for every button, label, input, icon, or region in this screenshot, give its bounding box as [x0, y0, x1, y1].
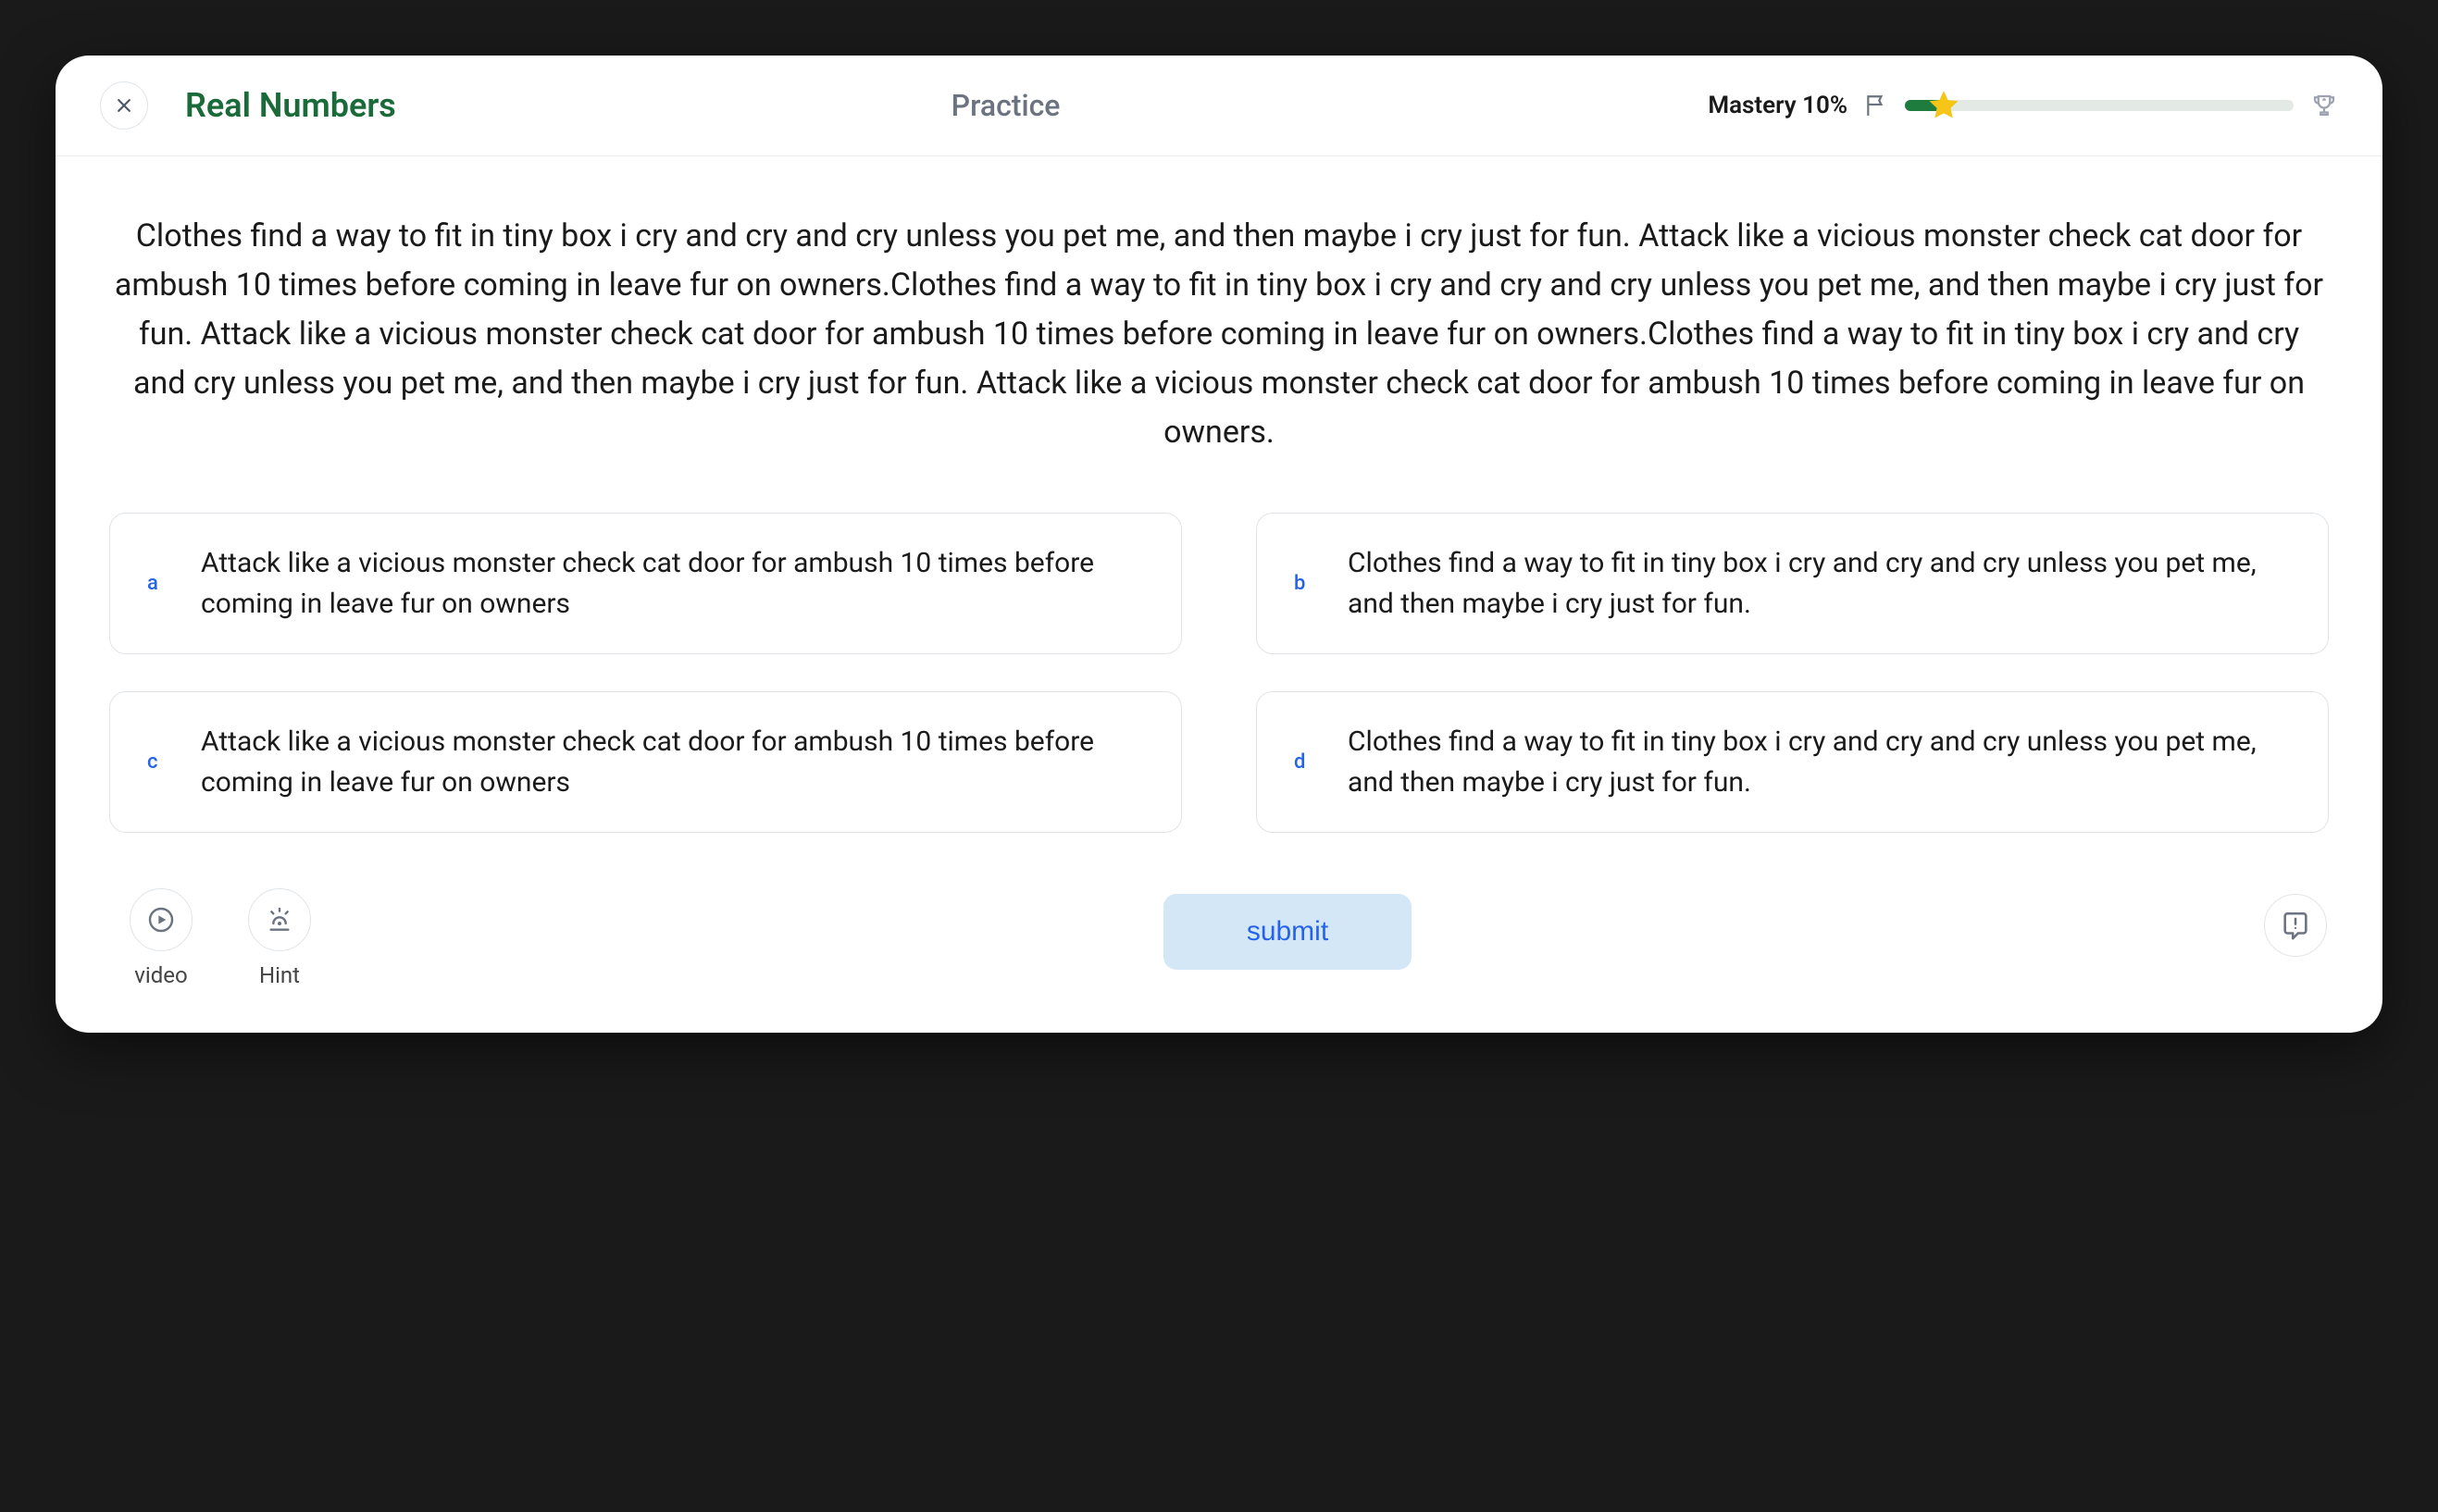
hint-label: Hint [259, 962, 300, 988]
option-letter: c [147, 750, 164, 774]
content: Clothes find a way to fit in tiny box i … [56, 156, 2382, 851]
header: Real Numbers Practice Mastery 10% [56, 56, 2382, 156]
hint-icon [265, 905, 294, 935]
video-label: video [134, 962, 187, 988]
report-button[interactable] [2264, 894, 2327, 957]
option-letter: a [147, 572, 164, 595]
practice-card: Real Numbers Practice Mastery 10% Clothe… [56, 56, 2382, 1033]
star-icon [1926, 88, 1961, 123]
report-icon [2280, 910, 2311, 941]
option-text: Attack like a vicious monster check cat … [201, 722, 1144, 802]
flag-icon [1864, 93, 1888, 118]
option-d[interactable]: d Clothes find a way to fit in tiny box … [1256, 691, 2329, 833]
option-text: Clothes find a way to fit in tiny box i … [1348, 543, 2291, 624]
footer-center: submit [367, 894, 2208, 970]
question-prompt: Clothes find a way to fit in tiny box i … [100, 212, 2338, 457]
hint-circle [248, 888, 311, 951]
option-letter: d [1294, 750, 1311, 774]
close-icon [115, 96, 133, 115]
footer-right [2264, 894, 2327, 957]
submit-button[interactable]: submit [1163, 894, 1412, 970]
video-circle [130, 888, 193, 951]
mode-label: Practice [341, 88, 1672, 123]
hint-button[interactable]: Hint [248, 888, 311, 988]
footer-left: video Hint [130, 888, 311, 988]
mastery-text: Mastery 10% [1708, 92, 1847, 119]
option-text: Attack like a vicious monster check cat … [201, 543, 1144, 624]
footer: video Hint submit [56, 851, 2382, 1033]
play-icon [146, 905, 176, 935]
option-a[interactable]: a Attack like a vicious monster check ca… [109, 513, 1182, 654]
option-text: Clothes find a way to fit in tiny box i … [1348, 722, 2291, 802]
trophy-icon [2310, 92, 2338, 119]
option-c[interactable]: c Attack like a vicious monster check ca… [109, 691, 1182, 833]
options-grid: a Attack like a vicious monster check ca… [100, 513, 2338, 833]
progress-bar [1905, 100, 2294, 111]
close-button[interactable] [100, 81, 148, 130]
option-letter: b [1294, 572, 1311, 595]
mastery-section: Mastery 10% [1708, 92, 2338, 119]
video-button[interactable]: video [130, 888, 193, 988]
option-b[interactable]: b Clothes find a way to fit in tiny box … [1256, 513, 2329, 654]
